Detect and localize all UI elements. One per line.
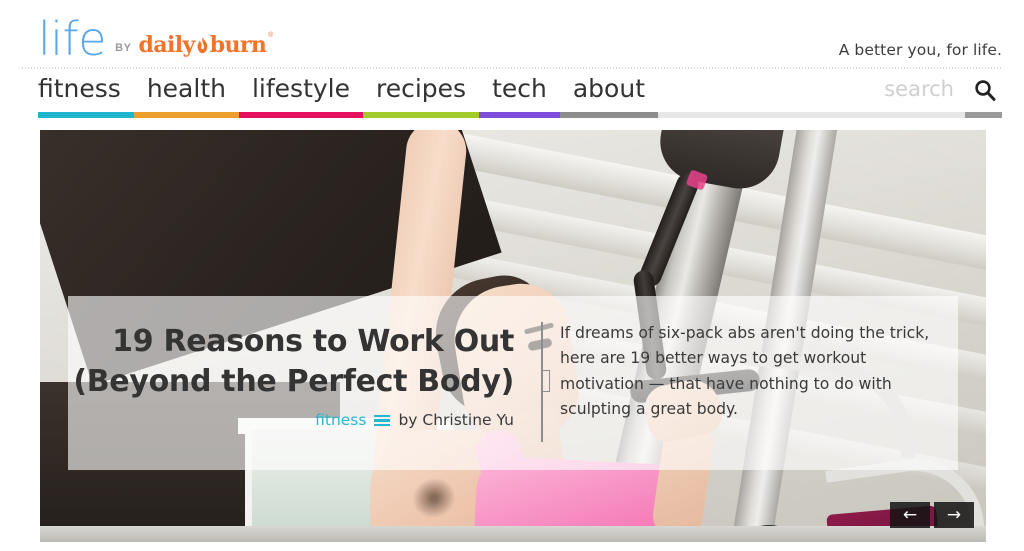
site-logo[interactable]: life BY daily burn ®: [38, 12, 274, 66]
search-icon: [974, 79, 996, 104]
nav-underline-lifestyle: [238, 112, 363, 118]
hero-caption-overlay: 19 Reasons to Work Out (Beyond the Perfe…: [68, 296, 958, 470]
hero-caption-left: 19 Reasons to Work Out (Beyond the Perfe…: [68, 296, 536, 470]
trademark-mark: ®: [268, 32, 274, 39]
nav-underline-recipes: [363, 112, 480, 118]
nav-label: lifestyle: [251, 74, 350, 103]
hero-byline: fitness by Christine Yu: [68, 411, 514, 429]
nav-underline-tech: [479, 112, 560, 118]
nav-item-health[interactable]: health: [133, 70, 239, 118]
nav-label: about: [572, 74, 645, 103]
hero-author[interactable]: by Christine Yu: [398, 411, 514, 429]
hero-carousel[interactable]: 19 Reasons to Work Out (Beyond the Perfe…: [40, 130, 986, 542]
nav-underline-health: [133, 112, 239, 118]
search-button-underline: [965, 112, 1002, 118]
hero-caption-right: If dreams of six-pack abs aren't doing t…: [536, 296, 958, 470]
nav-label: fitness: [38, 74, 121, 103]
category-lines-icon: [374, 414, 391, 427]
dailyburn-logo: daily burn ®: [138, 32, 274, 58]
nav-label: tech: [492, 74, 547, 103]
previous-slide-button[interactable]: ←: [890, 502, 930, 528]
search-input-underline: [852, 112, 962, 118]
hero-category-link[interactable]: fitness: [315, 411, 366, 429]
hero-description: If dreams of six-pack abs aren't doing t…: [560, 324, 930, 418]
nav-underline-about: [559, 112, 658, 118]
logo-life-text: life: [38, 12, 107, 66]
nav-item-about[interactable]: about: [559, 70, 658, 118]
nav-item-tech[interactable]: tech: [479, 70, 560, 118]
logo-burn-text: burn: [209, 32, 267, 58]
logo-by-text: BY: [115, 42, 132, 54]
logo-row: life BY daily burn ® A better you, for l…: [0, 0, 1024, 68]
flame-icon: [196, 37, 209, 54]
site-header: life BY daily burn ® A better you, for l…: [0, 0, 1024, 130]
search-input[interactable]: [852, 70, 960, 108]
nav-item-recipes[interactable]: recipes: [363, 70, 480, 118]
search-area: [852, 70, 1002, 118]
nav-underline-fitness: [38, 112, 134, 118]
site-tagline: A better you, for life.: [838, 41, 1002, 59]
hero-title[interactable]: 19 Reasons to Work Out (Beyond the Perfe…: [68, 322, 514, 402]
nav-label: recipes: [376, 74, 467, 103]
nav-item-lifestyle[interactable]: lifestyle: [238, 70, 363, 118]
main-navigation: fitness health lifestyle recipes tech ab…: [0, 70, 1024, 130]
nav-item-fitness[interactable]: fitness: [38, 70, 134, 118]
floor-strip: [40, 526, 986, 542]
header-divider: [22, 67, 1002, 69]
next-slide-button[interactable]: →: [934, 502, 974, 528]
nav-label: health: [146, 74, 226, 103]
search-button[interactable]: [968, 74, 1002, 108]
logo-daily-text: daily: [138, 32, 196, 58]
caption-divider: [536, 322, 550, 442]
carousel-controls: ← →: [890, 502, 974, 528]
nav-items: fitness health lifestyle recipes tech ab…: [38, 70, 658, 118]
